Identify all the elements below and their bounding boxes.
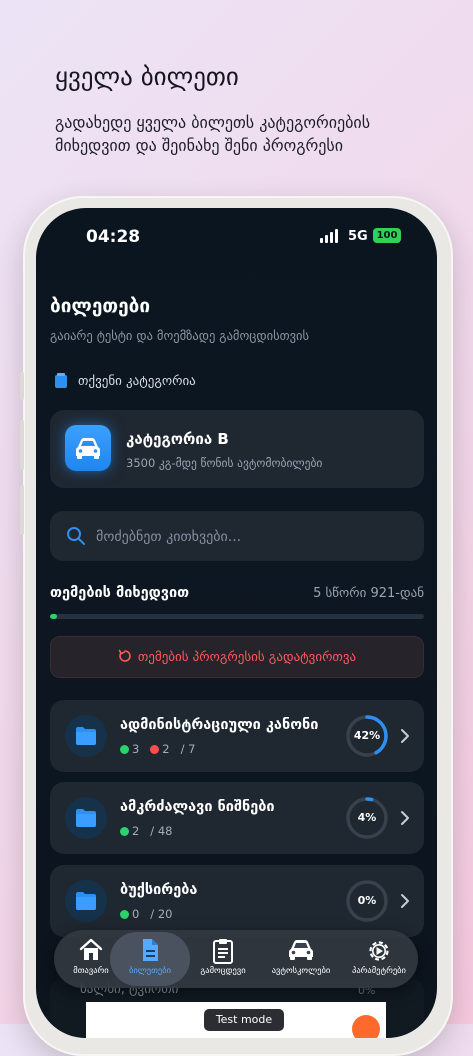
progress-percent: 42% <box>353 729 381 742</box>
topic-name: ბუქსირება <box>120 882 198 898</box>
network-label: 5G <box>348 229 368 244</box>
folder-icon-badge <box>65 797 107 839</box>
chevron-right-icon <box>401 729 409 743</box>
home-icon <box>79 938 103 960</box>
folder-icon-badge <box>65 880 107 922</box>
nav-item-settings[interactable]: პარამეტრები <box>342 930 416 988</box>
page-title: ბილეთები <box>50 295 151 317</box>
phone-side-button <box>20 372 24 400</box>
chevron-right-icon <box>401 894 409 908</box>
section-title: თემების მიხედვით <box>50 585 190 601</box>
topic-stats: 2 / 48 <box>120 824 172 838</box>
check-icon <box>120 745 129 754</box>
phone-screen: 04:28 5G 100 ბილეთები გაიარე ტესტი და მო… <box>36 208 437 1038</box>
nav-label: პარამეტრები <box>352 966 406 976</box>
signal-icon <box>320 229 340 243</box>
category-name: კატეგორია B <box>126 430 229 448</box>
topic-item[interactable]: ბუქსირება 0 / 20 0% <box>50 865 424 937</box>
cross-icon <box>150 745 160 754</box>
ad-logo-icon <box>352 1015 380 1038</box>
category-label: თქვენი კატეგორია <box>78 374 196 389</box>
phone-side-button <box>20 485 24 535</box>
car-icon <box>289 940 313 960</box>
document-icon <box>143 939 158 961</box>
correct-count: 2 <box>132 824 140 838</box>
ad-banner[interactable]: Test mode <box>86 1002 386 1038</box>
nav-item-exams[interactable]: გამოცდევი <box>186 930 260 988</box>
phone-side-button <box>20 420 24 470</box>
page-subtitle: გაიარე ტესტი და მოემზადე გამოცდისთვის <box>50 328 310 343</box>
nav-item-driving-schools[interactable]: ავტოსკოლები <box>264 930 338 988</box>
search-box[interactable] <box>50 511 424 561</box>
total-count: / 20 <box>150 907 173 921</box>
check-icon <box>120 827 129 836</box>
correct-count: 3 <box>132 742 140 756</box>
ad-test-mode-label: Test mode <box>204 1009 284 1031</box>
topic-item[interactable]: ამკრძალავი ნიშნები 2 / 48 4% <box>50 782 424 854</box>
stack-icon <box>55 373 67 388</box>
topic-item[interactable]: ადმინისტრაციული კანონი 3 2 / 7 42% <box>50 700 424 772</box>
reset-icon <box>118 649 131 662</box>
overall-progress-fill <box>50 614 58 619</box>
total-count: / 7 <box>180 742 196 756</box>
nav-item-tickets[interactable]: ბილეთები <box>113 930 187 988</box>
nav-label: ავტოსკოლები <box>271 966 331 976</box>
folder-icon <box>76 892 96 910</box>
hero-title: ყველა ბილეთი <box>55 62 239 91</box>
gear-icon <box>369 941 389 961</box>
section-count: 5 სწორი 921-დან <box>313 586 424 601</box>
progress-percent: 0% <box>357 894 377 907</box>
battery-indicator: 100 <box>373 228 401 243</box>
search-icon <box>67 527 85 545</box>
chevron-right-icon <box>401 811 409 825</box>
status-time: 04:28 <box>86 227 141 247</box>
bottom-nav: მთავარი ბილეთები გამოცდევი ავტოსკოლები პ… <box>54 930 418 988</box>
folder-icon-badge <box>65 715 107 757</box>
hero-subtitle: გადახედე ყველა ბილეთს კატეგორიების მიხედ… <box>55 113 371 155</box>
category-description: 3500 კგ-მდე წონის ავტომობილები <box>126 456 323 470</box>
total-count: / 48 <box>150 824 173 838</box>
nav-label: გამოცდევი <box>200 966 246 976</box>
topic-stats: 0 / 20 <box>120 907 172 921</box>
reset-progress-button[interactable]: თემების პროგრესის გადატვირთვა <box>50 636 424 678</box>
progress-percent: 4% <box>357 811 377 824</box>
check-icon <box>120 910 129 919</box>
topic-name: ადმინისტრაციული კანონი <box>120 717 319 733</box>
clipboard-icon <box>213 939 233 964</box>
topic-name: ამკრძალავი ნიშნები <box>120 799 275 815</box>
reset-label: თემების პროგრესის გადატვირთვა <box>137 650 357 665</box>
topic-stats: 3 2 / 7 <box>120 742 195 756</box>
folder-icon <box>76 809 96 827</box>
overall-progress-bar <box>50 614 424 619</box>
correct-count: 0 <box>132 907 140 921</box>
category-card[interactable]: კატეგორია B 3500 კგ-მდე წონის ავტომობილე… <box>50 410 424 488</box>
folder-icon <box>76 727 96 745</box>
car-icon <box>76 438 100 459</box>
category-icon-box <box>65 425 111 471</box>
wrong-count: 2 <box>162 742 170 756</box>
search-input[interactable] <box>94 524 408 550</box>
